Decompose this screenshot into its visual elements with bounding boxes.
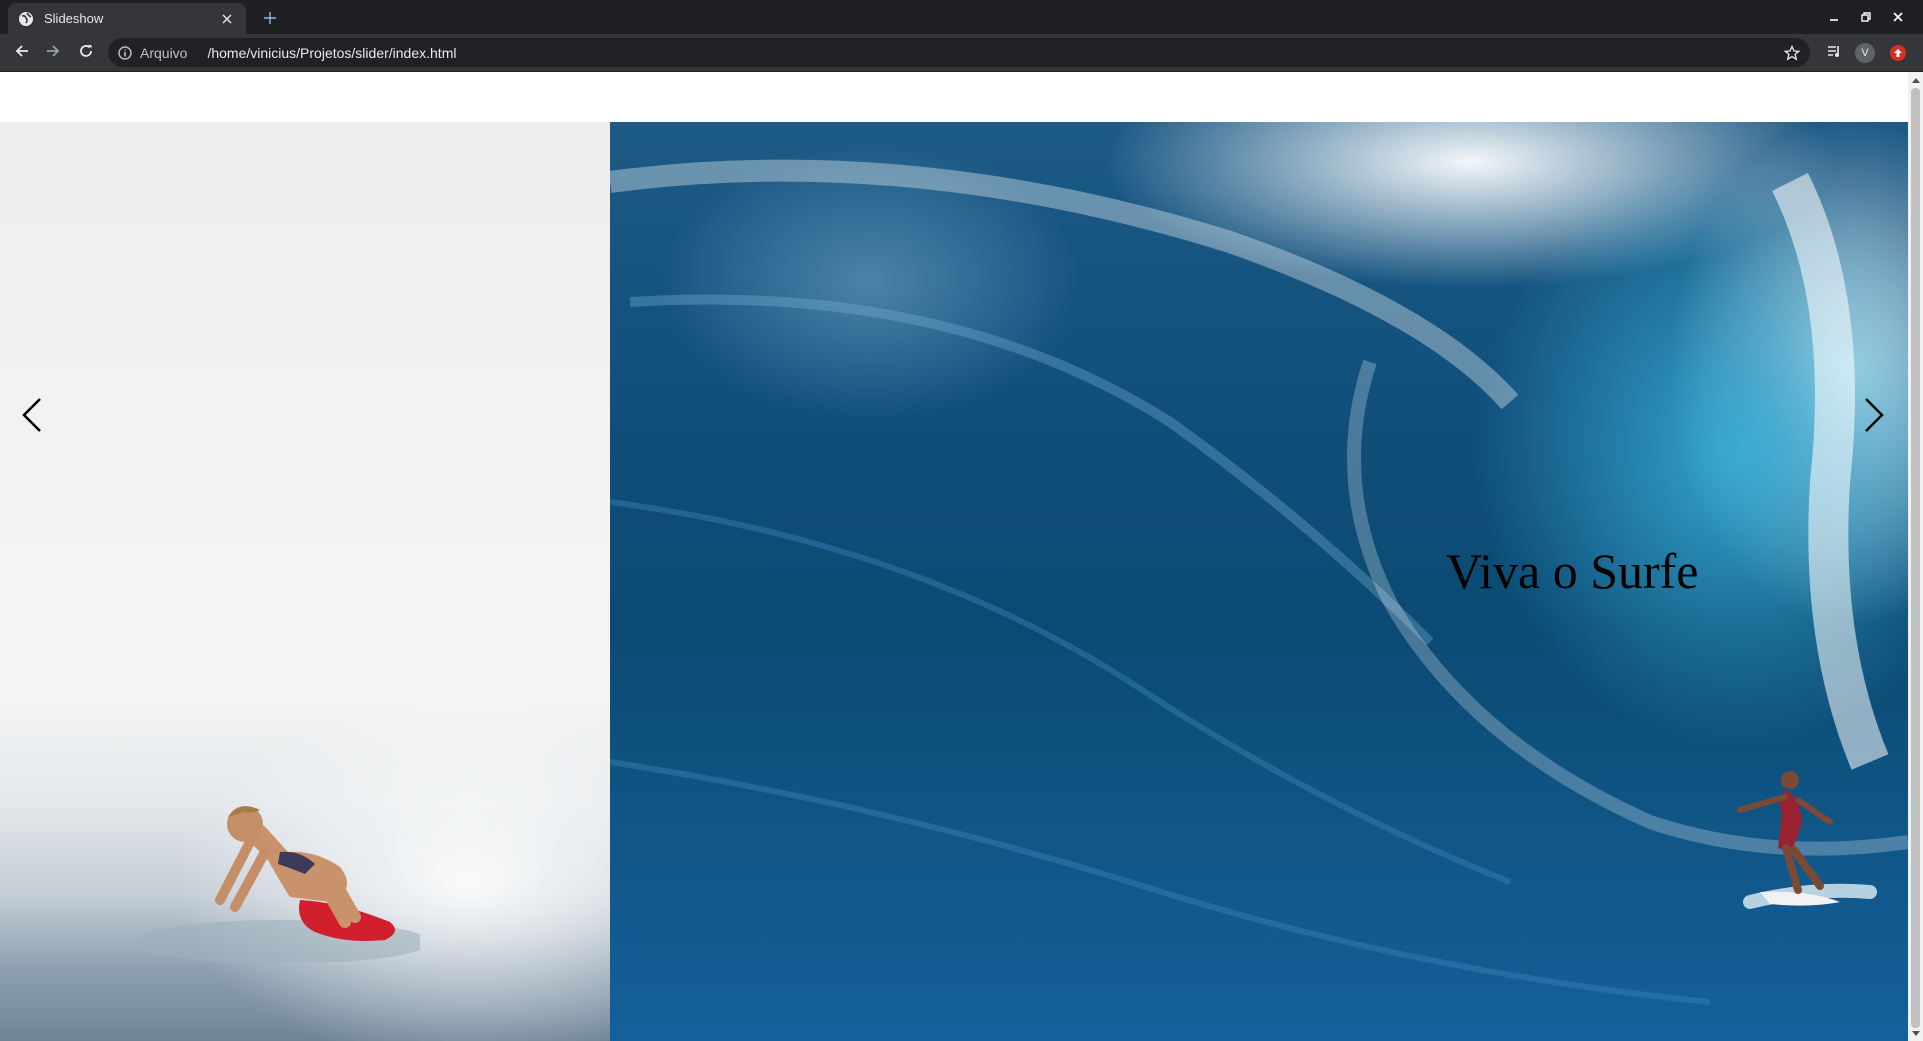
profile-button[interactable]: V (1853, 41, 1877, 65)
plus-icon (263, 10, 277, 29)
chevron-left-icon (20, 395, 44, 439)
star-icon[interactable] (1782, 43, 1802, 63)
surfer-man-illustration (1737, 771, 1877, 909)
chevron-right-icon (1862, 395, 1886, 439)
maximize-icon (1860, 8, 1872, 27)
slide-current-image (610, 122, 1908, 1041)
browser-titlebar: Slideshow (0, 0, 1923, 34)
arrow-right-icon (45, 43, 61, 63)
extension-icon (1890, 45, 1906, 61)
media-queue-button[interactable] (1822, 41, 1846, 65)
next-slide-button[interactable] (1854, 392, 1894, 442)
extension-button[interactable] (1886, 41, 1910, 65)
address-bar[interactable]: Arquivo /home/vinicius/Projetos/slider/i… (108, 38, 1810, 67)
arrow-left-icon (14, 43, 30, 63)
maximize-button[interactable] (1853, 6, 1879, 28)
omnibox-url[interactable]: /home/vinicius/Projetos/slider/index.htm… (207, 45, 456, 61)
minimize-button[interactable] (1821, 6, 1847, 28)
slide-caption: Viva o Surfe (1446, 543, 1699, 599)
page-viewport: Viva o Surfe (0, 72, 1908, 1041)
minimize-icon (1828, 8, 1840, 27)
close-icon[interactable] (218, 10, 236, 28)
tab-slideshow[interactable]: Slideshow (8, 3, 246, 34)
back-button[interactable] (10, 41, 34, 65)
slideshow: Viva o Surfe (0, 122, 1908, 1041)
scroll-down-icon[interactable] (1908, 1026, 1923, 1041)
window-close-button[interactable] (1885, 6, 1911, 28)
window-close-icon (1892, 8, 1904, 27)
prev-slide-button[interactable] (12, 392, 52, 442)
window-controls (1821, 6, 1911, 28)
browser-toolbar: Arquivo /home/vinicius/Projetos/slider/i… (0, 34, 1923, 72)
new-tab-button[interactable] (258, 7, 282, 31)
avatar: V (1855, 43, 1875, 63)
info-icon[interactable] (118, 45, 132, 60)
scrollbar-thumb[interactable] (1911, 88, 1920, 1028)
scroll-up-icon[interactable] (1908, 72, 1923, 87)
forward-button[interactable] (41, 41, 65, 65)
surfer-woman-illustration (140, 806, 420, 962)
tab-title: Slideshow (44, 11, 104, 26)
media-queue-icon (1826, 43, 1842, 63)
vertical-scrollbar[interactable] (1908, 72, 1923, 1041)
globe-icon (18, 11, 34, 27)
slide-previous-image (0, 122, 610, 1041)
reload-button[interactable] (74, 41, 98, 65)
reload-icon (78, 43, 94, 63)
omnibox-scheme-label: Arquivo (140, 44, 188, 61)
